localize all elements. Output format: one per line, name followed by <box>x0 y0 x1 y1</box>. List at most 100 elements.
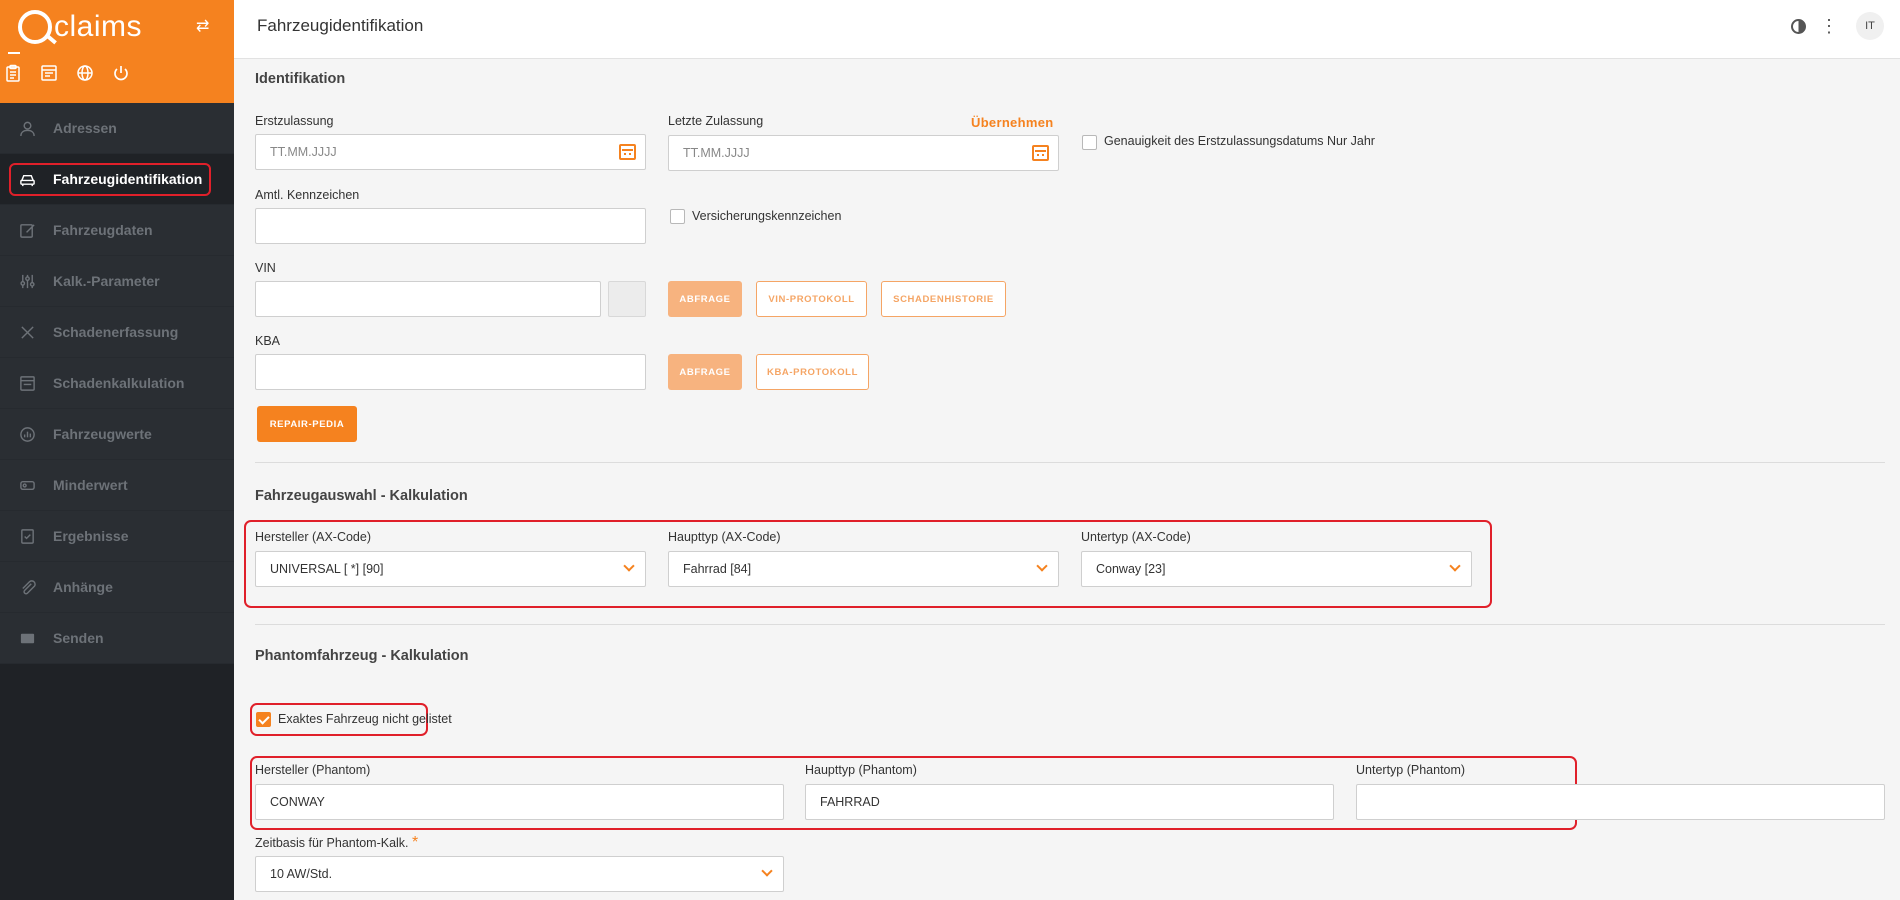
sidebar-item-label: Kalk.-Parameter <box>53 273 160 289</box>
sidebar-item-label: Fahrzeugwerte <box>53 426 152 442</box>
untertyp-ax-label: Untertyp (AX-Code) <box>1081 530 1191 544</box>
haupttyp-phantom-input[interactable]: FAHRRAD <box>805 784 1334 820</box>
sidebar-item-fahrzeugidentifikation[interactable]: Fahrzeugidentifikation <box>0 154 234 205</box>
sidebar-item-label: Minderwert <box>53 477 128 493</box>
calculation-sheet-icon[interactable] <box>40 64 58 82</box>
highlight-box <box>9 163 211 196</box>
tag-icon <box>18 476 36 494</box>
kennzeichen-input[interactable] <box>255 208 646 244</box>
logo-icon <box>18 10 52 44</box>
sidebar-item-label: Senden <box>53 630 104 646</box>
logo[interactable]: claims <box>18 6 142 48</box>
chevron-down-icon <box>761 865 773 877</box>
vin-input[interactable] <box>255 281 601 317</box>
chevron-down-icon <box>1449 560 1461 572</box>
tools-icon <box>18 323 36 341</box>
hersteller-phantom-input[interactable]: CONWAY <box>255 784 784 820</box>
kba-protokoll-button[interactable]: KBA-PROTOKOLL <box>756 354 869 390</box>
top-header: Fahrzeugidentifikation ⋮ IT <box>234 0 1900 59</box>
result-icon <box>18 527 36 545</box>
sidebar-item-label: Ergebnisse <box>53 528 129 544</box>
haupttyp-phantom-value: FAHRRAD <box>820 795 880 809</box>
exakt-checkbox[interactable] <box>256 712 271 727</box>
haupttyp-ax-select[interactable]: Fahrrad [84] <box>668 551 1059 587</box>
zeitbasis-value: 10 AW/Std. <box>270 867 333 881</box>
section-divider <box>255 624 1885 625</box>
vin-protokoll-button[interactable]: VIN-PROTOKOLL <box>756 281 867 317</box>
erstzulassung-input[interactable]: TT.MM.JJJJ <box>255 134 646 170</box>
genauigkeit-checkbox[interactable] <box>1082 135 1097 150</box>
main-content: Identifikation Erstzulassung TT.MM.JJJJ … <box>234 59 1900 900</box>
sidebar: claims ⇄ Adressen Fahrzeugidentifikation… <box>0 0 234 900</box>
sidebar-header: claims ⇄ <box>0 0 234 103</box>
hersteller-ax-select[interactable]: UNIVERSAL [ *] [90] <box>255 551 646 587</box>
contrast-icon[interactable] <box>1791 18 1806 34</box>
sidebar-item-label: Schadenerfassung <box>53 324 179 340</box>
edit-icon <box>18 221 36 239</box>
vin-abfrage-button[interactable]: ABFRAGE <box>668 281 742 317</box>
zeitbasis-label-text: Zeitbasis für Phantom-Kalk. <box>255 836 409 850</box>
sidebar-item-adressen[interactable]: Adressen <box>0 103 234 154</box>
kba-input[interactable] <box>255 354 646 390</box>
header-actions: ⋮ IT <box>1791 0 1900 52</box>
exakt-label: Exaktes Fahrzeug nicht gelistet <box>278 712 452 726</box>
clipboard-icon[interactable] <box>4 64 22 82</box>
sidebar-item-minderwert[interactable]: Minderwert <box>0 460 234 511</box>
untertyp-ax-value: Conway [23] <box>1096 562 1166 576</box>
paperclip-icon <box>18 578 36 596</box>
vin-check-digit-field <box>608 281 646 317</box>
versicherungskennzeichen-checkbox[interactable] <box>670 209 685 224</box>
sliders-icon <box>18 272 36 290</box>
sidebar-item-kalk-parameter[interactable]: Kalk.-Parameter <box>0 256 234 307</box>
chevron-down-icon <box>623 560 635 572</box>
letzte-zulassung-label: Letzte Zulassung <box>668 114 764 128</box>
power-icon[interactable] <box>112 64 130 82</box>
hersteller-ax-value: UNIVERSAL [ *] [90] <box>270 562 384 576</box>
erstzulassung-placeholder: TT.MM.JJJJ <box>270 145 337 159</box>
sidebar-item-ergebnisse[interactable]: Ergebnisse <box>0 511 234 562</box>
sidebar-item-fahrzeugdaten[interactable]: Fahrzeugdaten <box>0 205 234 256</box>
haupttyp-phantom-label: Haupttyp (Phantom) <box>805 763 917 777</box>
kba-abfrage-button[interactable]: ABFRAGE <box>668 354 742 390</box>
section-title-phantom: Phantomfahrzeug - Kalkulation <box>255 648 469 664</box>
kennzeichen-label: Amtl. Kennzeichen <box>255 188 360 202</box>
untertyp-ax-select[interactable]: Conway [23] <box>1081 551 1472 587</box>
untertyp-phantom-input[interactable] <box>1356 784 1885 820</box>
repair-pedia-button[interactable]: REPAIR-PEDIA <box>257 406 357 442</box>
haupttyp-ax-value: Fahrrad [84] <box>683 562 752 576</box>
section-title-fahrzeugauswahl: Fahrzeugauswahl - Kalkulation <box>255 488 468 504</box>
globe-icon[interactable] <box>76 64 94 82</box>
sidebar-item-senden[interactable]: Senden <box>0 613 234 664</box>
sidebar-nav: Adressen Fahrzeugidentifikation Fahrzeug… <box>0 103 234 664</box>
chart-icon <box>18 425 36 443</box>
sidebar-item-schadenerfassung[interactable]: Schadenerfassung <box>0 307 234 358</box>
sidebar-item-schadenkalkulation[interactable]: Schadenkalkulation <box>0 358 234 409</box>
sidebar-item-label: Anhänge <box>53 579 113 595</box>
uebernehmen-link[interactable]: Übernehmen <box>971 115 1053 130</box>
sidebar-item-label: Adressen <box>53 120 117 136</box>
logo-text: claims <box>54 10 143 43</box>
swap-arrows-icon[interactable]: ⇄ <box>196 16 209 36</box>
logo-underline <box>8 52 20 54</box>
calendar-icon[interactable] <box>1032 145 1049 161</box>
zeitbasis-select[interactable]: 10 AW/Std. <box>255 856 784 892</box>
untertyp-phantom-label: Untertyp (Phantom) <box>1356 763 1466 777</box>
kba-label: KBA <box>255 334 281 348</box>
required-marker: * <box>412 834 419 851</box>
sidebar-quick-icons <box>4 64 130 82</box>
more-vertical-icon[interactable]: ⋮ <box>1820 17 1838 35</box>
genauigkeit-label: Genauigkeit des Erstzulassungsdatums Nur… <box>1104 134 1375 148</box>
zeitbasis-label: Zeitbasis für Phantom-Kalk. * <box>255 834 418 852</box>
page-title: Fahrzeugidentifikation <box>257 16 424 35</box>
letzte-zulassung-input[interactable]: TT.MM.JJJJ <box>668 135 1059 171</box>
avatar[interactable]: IT <box>1856 12 1884 40</box>
send-icon <box>18 629 36 647</box>
schadenhistorie-button[interactable]: SCHADENHISTORIE <box>881 281 1006 317</box>
hersteller-ax-label: Hersteller (AX-Code) <box>255 530 372 544</box>
sidebar-item-fahrzeugwerte[interactable]: Fahrzeugwerte <box>0 409 234 460</box>
erstzulassung-label: Erstzulassung <box>255 114 334 128</box>
vin-label: VIN <box>255 261 276 275</box>
section-divider <box>255 462 1885 463</box>
sidebar-item-anhaenge[interactable]: Anhänge <box>0 562 234 613</box>
calendar-icon[interactable] <box>619 144 636 160</box>
